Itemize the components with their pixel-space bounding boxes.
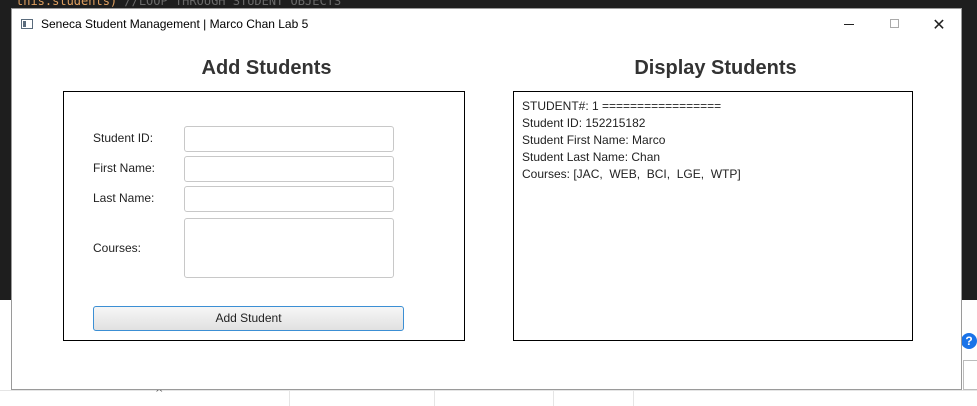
add-student-button[interactable]: Add Student [93,306,404,331]
column-divider [633,391,634,406]
add-student-form: Student ID: First Name: Last Name: Cours… [63,91,465,341]
background-column-header [0,390,977,406]
courses-label: Courses: [93,241,142,255]
window-title: Seneca Student Management | Marco Chan L… [41,17,309,31]
student-display-area[interactable]: STUDENT#: 1 ================= Student ID… [513,91,913,341]
output-line: STUDENT#: 1 ================= [522,99,722,113]
background-scrollbar[interactable] [963,360,977,390]
first-name-label: First Name: [93,161,156,175]
column-divider [553,391,554,406]
output-line: Student First Name: Marco [522,133,666,147]
close-icon: ✕ [932,15,946,34]
column-divider [289,391,290,406]
display-students-heading: Display Students [634,57,797,79]
student-id-input[interactable] [184,126,394,152]
last-name-input[interactable] [184,186,394,212]
title-bar[interactable]: Seneca Student Management | Marco Chan L… [12,9,961,40]
student-id-label: Student ID: [93,131,154,145]
output-line: Student ID: 152215182 [522,116,646,130]
maximize-button[interactable] [872,9,918,40]
minimize-icon [844,24,854,25]
maximize-icon [890,19,899,28]
output-line: Student Last Name: Chan [522,150,661,164]
student-output-text: STUDENT#: 1 ================= Student ID… [522,98,906,183]
background-code-comment: //LOOP THROUGH STUDENT OBJECTS [117,0,342,8]
minimize-button[interactable] [826,9,872,40]
background-code-line: this.students) //LOOP THROUGH STUDENT OB… [16,0,341,8]
close-button[interactable]: ✕ [916,9,962,40]
app-window-icon [21,19,33,29]
last-name-label: Last Name: [93,191,155,205]
background-code-text: this.students) [16,0,118,8]
first-name-input[interactable] [184,156,394,182]
column-divider [434,391,435,406]
help-icon[interactable]: ? [961,333,977,349]
courses-textarea[interactable] [184,218,394,278]
add-students-heading: Add Students [201,57,332,79]
app-window: Seneca Student Management | Marco Chan L… [11,8,962,390]
output-line: Courses: [JAC, WEB, BCI, LGE, WTP] [522,167,741,181]
